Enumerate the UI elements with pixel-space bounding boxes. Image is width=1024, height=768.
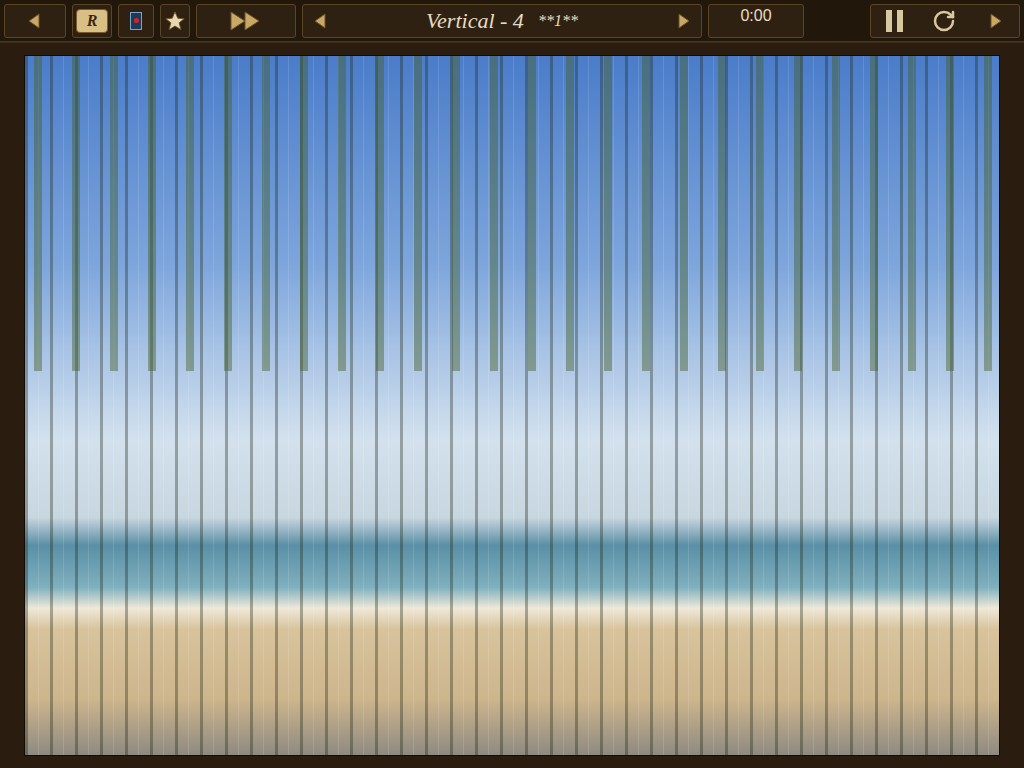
logo-button[interactable]: R — [72, 4, 112, 38]
title-panel: Vertical - 4 **1** — [302, 4, 702, 38]
level-marker: **1** — [538, 13, 578, 29]
game-window: R Vertical - 4 **1** 0:00 — [0, 0, 1024, 768]
next-arrow-icon — [673, 11, 693, 31]
controls-panel — [870, 4, 1020, 38]
fast-forward-icon — [228, 10, 264, 32]
next-level-button[interactable] — [673, 11, 693, 31]
skip-button[interactable] — [196, 4, 296, 38]
timer: 0:00 — [708, 4, 804, 38]
previous-arrow-icon — [311, 11, 331, 31]
scroll-logo-icon: R — [76, 9, 108, 33]
star-icon — [164, 10, 186, 32]
restart-icon — [932, 9, 956, 33]
pause-button[interactable] — [886, 10, 903, 32]
toolbar: R Vertical - 4 **1** 0:00 — [0, 0, 1024, 42]
play-icon — [985, 11, 1005, 31]
pause-icon — [886, 10, 903, 32]
play-button[interactable] — [985, 11, 1005, 31]
level-title: Vertical - 4 — [426, 10, 524, 32]
previous-level-button[interactable] — [311, 11, 331, 31]
puzzle-board[interactable] — [24, 55, 1000, 756]
restart-button[interactable] — [932, 9, 956, 33]
board-frame — [0, 42, 1024, 768]
gem-icon — [130, 12, 142, 30]
gem-button[interactable] — [118, 4, 154, 38]
back-button[interactable] — [4, 4, 66, 38]
star-button[interactable] — [160, 4, 190, 38]
back-arrow-icon — [25, 11, 45, 31]
